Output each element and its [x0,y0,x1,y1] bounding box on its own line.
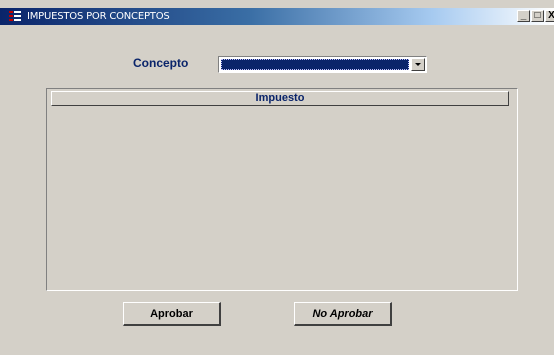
column-header-impuesto[interactable]: Impuesto [51,91,509,106]
chevron-down-icon[interactable] [411,58,425,71]
minimize-button[interactable]: _ [517,10,530,22]
maximize-button[interactable]: □ [531,10,544,22]
close-button[interactable]: X [545,10,554,22]
app-icon[interactable] [9,10,21,22]
concepto-selected-value[interactable] [221,59,409,70]
title-bar[interactable]: IMPUESTOS POR CONCEPTOS _ □ X [0,8,554,25]
aprobar-button[interactable]: Aprobar [123,302,221,326]
concepto-select[interactable] [218,56,427,73]
no-aprobar-button[interactable]: No Aprobar [294,302,392,326]
window: IMPUESTOS POR CONCEPTOS _ □ X Concepto I… [0,0,554,355]
impuestos-table[interactable]: Impuesto [46,88,518,291]
window-title: IMPUESTOS POR CONCEPTOS [27,11,170,22]
concepto-label: Concepto [133,56,189,70]
